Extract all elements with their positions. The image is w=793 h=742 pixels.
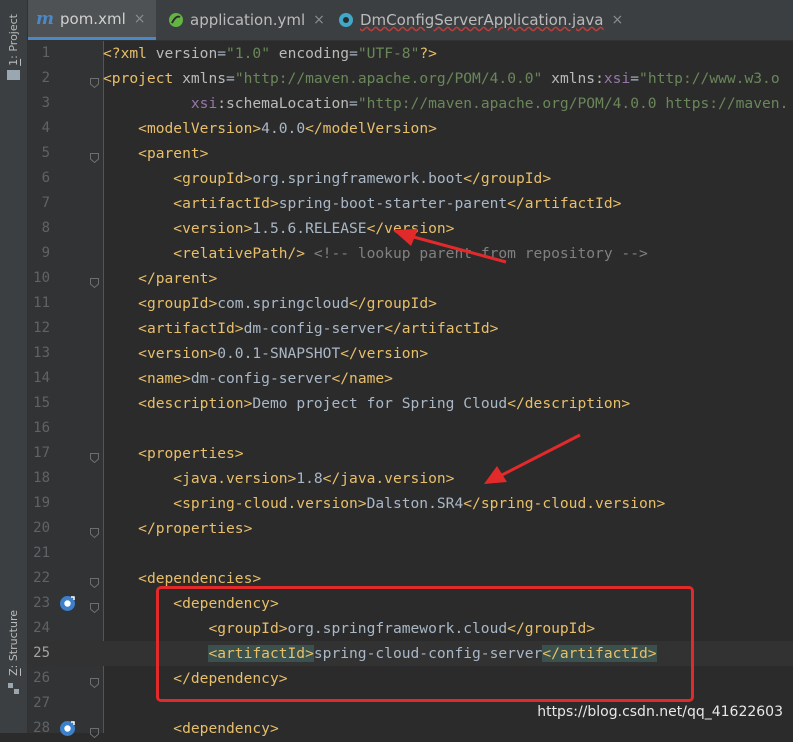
annotation-arrow: [409, 234, 507, 264]
annotation-arrows: [393, 229, 581, 484]
watermark: https://blog.csdn.net/qq_41622603: [537, 704, 783, 720]
annotation-arrowhead: [393, 229, 418, 246]
annotation-arrow: [499, 433, 581, 478]
